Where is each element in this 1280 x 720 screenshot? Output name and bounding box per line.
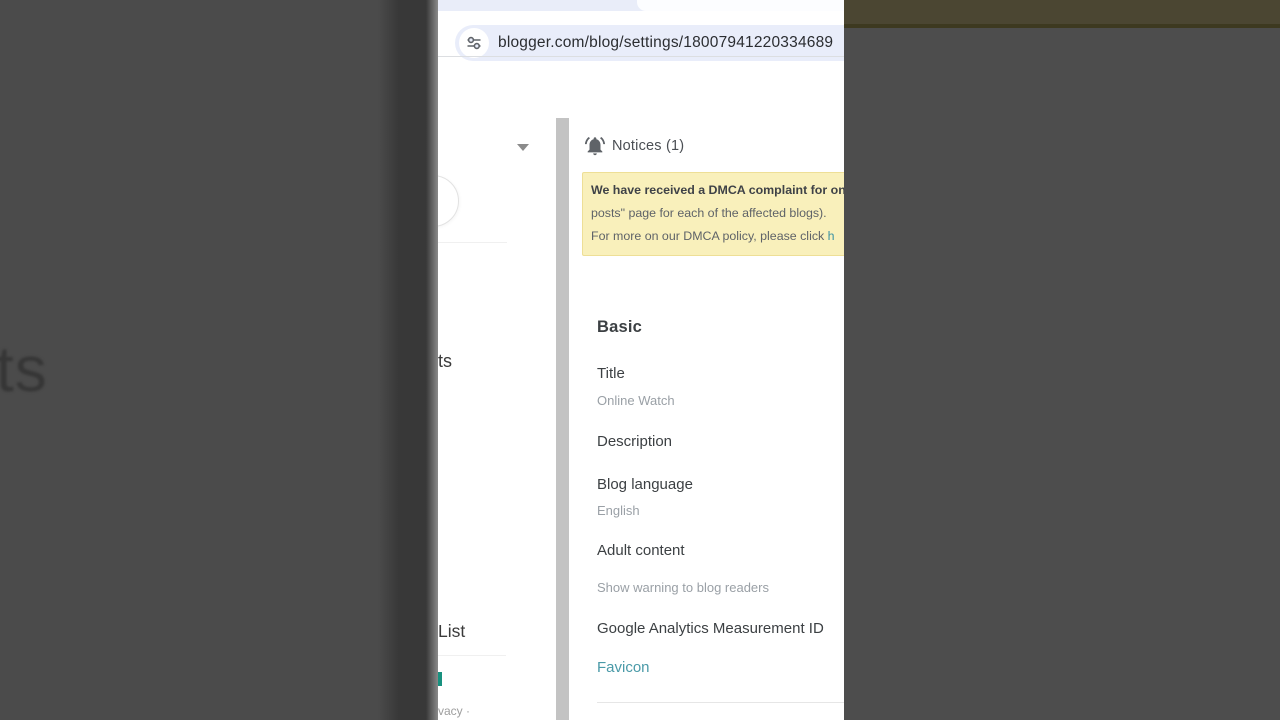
section-divider bbox=[597, 702, 844, 703]
setting-row-title[interactable]: Title bbox=[597, 365, 625, 382]
setting-row-blog-language[interactable]: Blog language bbox=[597, 476, 693, 493]
notice-line-3-text: For more on our DMCA policy, please clic… bbox=[591, 229, 828, 243]
setting-value-blog-language: English bbox=[597, 503, 640, 518]
screenshot-panel: blogger.com/blog/settings/18007941220334… bbox=[438, 0, 844, 720]
notices-header[interactable]: Notices (1) bbox=[612, 138, 684, 154]
blog-avatar bbox=[438, 175, 459, 227]
browser-tab[interactable] bbox=[637, 0, 844, 11]
dmca-notice-banner[interactable]: We have received a DMCA complaint for on… bbox=[582, 172, 844, 256]
sidebar-privacy-link[interactable]: vacy · bbox=[438, 704, 470, 718]
section-title-basic: Basic bbox=[597, 318, 642, 337]
browser-toolbar: blogger.com/blog/settings/18007941220334… bbox=[438, 11, 844, 57]
setting-value-title: Online Watch bbox=[597, 393, 675, 408]
background-shade bbox=[378, 0, 438, 720]
notice-line-2: posts" page for each of the affected blo… bbox=[591, 206, 827, 220]
background-overlay-olive-strip bbox=[844, 0, 1280, 28]
setting-row-google-analytics[interactable]: Google Analytics Measurement ID bbox=[597, 620, 824, 637]
browser-tab-strip bbox=[438, 0, 844, 11]
sidebar-item-reading-list[interactable]: List bbox=[438, 621, 465, 642]
scrollbar[interactable] bbox=[556, 118, 569, 720]
background-overlay-left: ts bbox=[0, 0, 438, 720]
sidebar-divider bbox=[438, 242, 507, 243]
dmca-policy-link[interactable]: h bbox=[828, 229, 835, 243]
url-text[interactable]: blogger.com/blog/settings/18007941220334… bbox=[498, 34, 833, 52]
sidebar-view-blog-fragment[interactable] bbox=[438, 672, 442, 686]
setting-row-favicon[interactable]: Favicon bbox=[597, 659, 650, 676]
sidebar-divider bbox=[438, 655, 506, 656]
setting-row-show-warning[interactable]: Show warning to blog readers bbox=[597, 580, 769, 595]
background-overlay-right bbox=[844, 0, 1280, 720]
setting-row-adult-content[interactable]: Adult content bbox=[597, 542, 685, 559]
notice-line-3: For more on our DMCA policy, please clic… bbox=[591, 229, 835, 243]
notice-line-1: We have received a DMCA complaint for on bbox=[591, 183, 844, 197]
setting-row-description[interactable]: Description bbox=[597, 433, 672, 450]
chevron-down-icon[interactable] bbox=[517, 144, 529, 151]
bell-icon bbox=[584, 135, 606, 157]
tune-icon bbox=[466, 35, 482, 51]
site-settings-chip[interactable] bbox=[459, 28, 489, 58]
toolbar-divider bbox=[438, 56, 844, 57]
background-text-fragment: ts bbox=[0, 332, 48, 406]
sidebar-item-fragment[interactable]: ts bbox=[438, 351, 452, 372]
